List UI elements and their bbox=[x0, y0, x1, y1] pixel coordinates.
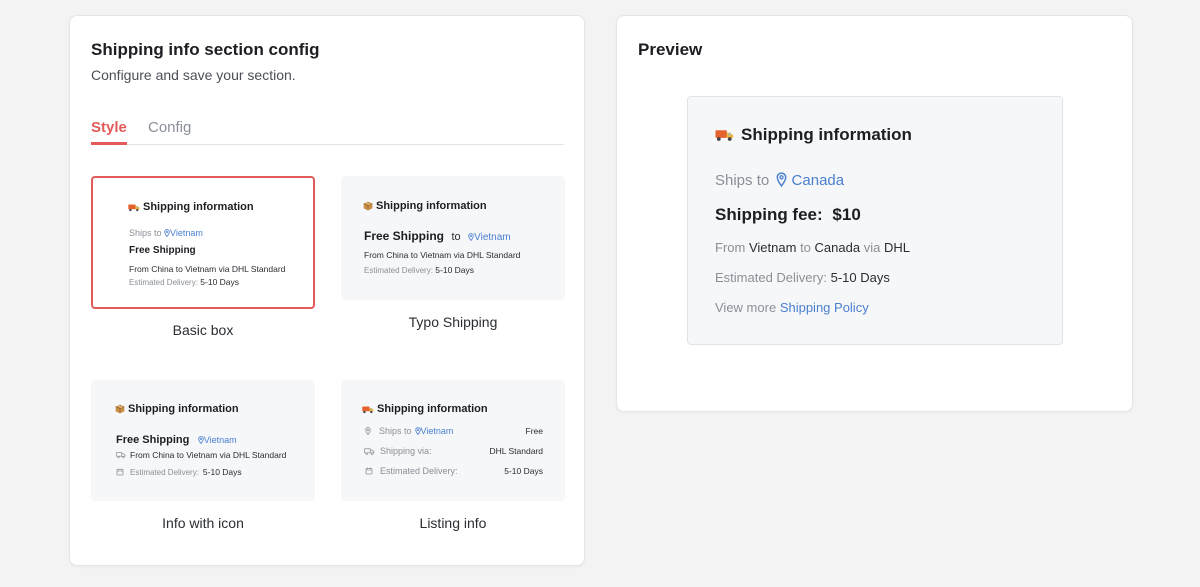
listing-info-preview[interactable]: Shipping information Ships to Vietnam Fr… bbox=[341, 380, 565, 501]
fee-value: $10 bbox=[832, 205, 861, 224]
listing-heading: Shipping information bbox=[362, 403, 488, 415]
config-subtitle: Configure and save your section. bbox=[91, 67, 296, 83]
origin: Vietnam bbox=[748, 240, 797, 255]
icon-from-row: From China to Vietnam via DHL Standard bbox=[116, 450, 286, 460]
option-label-info-with-icon: Info with icon bbox=[162, 515, 244, 531]
preview-heading-text: Shipping information bbox=[741, 125, 912, 144]
style-option-listing-info[interactable]: Shipping information Ships to Vietnam Fr… bbox=[341, 380, 565, 531]
package-icon bbox=[363, 201, 373, 211]
tab-config[interactable]: Config bbox=[148, 119, 191, 145]
est-value: 5-10 Days bbox=[435, 265, 475, 275]
icon-est-row: Estimated Delivery: 5-10 Days bbox=[116, 467, 242, 477]
info-with-icon-preview[interactable]: Shipping information Free Shipping Vietn… bbox=[91, 380, 315, 501]
est-label: Estimated Delivery: bbox=[129, 278, 198, 287]
listing-ships-value: Free bbox=[525, 426, 543, 436]
map-pin-icon bbox=[776, 172, 787, 187]
icon-fee-row: Free Shipping Vietnam bbox=[116, 430, 237, 448]
to-word: to bbox=[800, 240, 811, 255]
truck-outline-icon bbox=[116, 451, 126, 459]
config-card: Shipping info section config Configure a… bbox=[69, 15, 585, 566]
listing-ships-row: Ships to Vietnam Free bbox=[365, 426, 543, 436]
est-value: 5-10 Days bbox=[504, 466, 543, 476]
typo-fee-row: Free Shipping to Vietnam bbox=[364, 227, 511, 245]
ships-to-label: Ships to bbox=[715, 172, 770, 189]
typo-fee: Free Shipping bbox=[364, 229, 445, 243]
typo-from: From China to Vietnam via DHL Standard bbox=[364, 250, 521, 260]
style-option-typo-shipping[interactable]: Shipping information Free Shipping to Vi… bbox=[341, 176, 565, 330]
typo-heading: Shipping information bbox=[363, 200, 487, 212]
truck-outline-icon bbox=[364, 447, 375, 456]
listing-title: Shipping information bbox=[377, 403, 488, 415]
map-pin-icon bbox=[365, 427, 371, 435]
option-label-basic-box: Basic box bbox=[172, 322, 234, 338]
calendar-icon bbox=[365, 467, 373, 475]
est-value: 5-10 Days bbox=[830, 270, 890, 285]
preview-route-row: From Vietnam to Canada via DHL bbox=[715, 240, 910, 255]
carrier: DHL bbox=[883, 240, 910, 255]
est-label: Estimated Delivery: bbox=[380, 466, 458, 476]
icon-title: Shipping information bbox=[128, 403, 239, 415]
ships-to-country: Vietnam bbox=[170, 228, 203, 238]
est-label: Estimated Delivery: bbox=[130, 467, 199, 477]
truck-icon bbox=[128, 203, 140, 212]
preview-more-row: View more Shipping Policy bbox=[715, 300, 869, 315]
typo-shipping-preview[interactable]: Shipping information Free Shipping to Vi… bbox=[341, 176, 565, 300]
config-title: Shipping info section config bbox=[91, 40, 320, 59]
via-word: via bbox=[863, 240, 881, 255]
est-label: Estimated Delivery: bbox=[364, 266, 433, 275]
typo-est-row: Estimated Delivery: 5-10 Days bbox=[364, 265, 474, 275]
listing-via-row: Shipping via: DHL Standard bbox=[364, 446, 543, 456]
calendar-icon bbox=[116, 468, 124, 476]
preview-card: Preview Shipping information Ships to Ca… bbox=[616, 15, 1133, 412]
est-value: 5-10 Days bbox=[202, 467, 242, 477]
fee-label: Shipping fee: bbox=[715, 205, 823, 224]
icon-from: From China to Vietnam via DHL Standard bbox=[130, 450, 287, 460]
est-value: 5-10 Days bbox=[200, 277, 240, 287]
preview-fee-row: Shipping fee: $10 bbox=[715, 205, 861, 225]
ships-to-label: Ships to bbox=[379, 426, 412, 436]
basic-box-title: Shipping information bbox=[143, 201, 254, 213]
listing-est-row: Estimated Delivery: 5-10 Days bbox=[365, 466, 543, 476]
via-label: Shipping via: bbox=[380, 446, 432, 456]
icon-fee: Free Shipping bbox=[116, 434, 190, 446]
destination: Canada bbox=[814, 240, 861, 255]
style-option-info-with-icon[interactable]: Shipping information Free Shipping Vietn… bbox=[91, 380, 315, 531]
typo-country: Vietnam bbox=[474, 232, 511, 243]
preview-heading: Shipping information bbox=[715, 125, 912, 145]
style-option-basic-box[interactable]: Shipping information Ships to Vietnam Fr… bbox=[91, 176, 315, 338]
shipping-policy-link[interactable]: Shipping Policy bbox=[780, 300, 869, 315]
preview-ships-row: Ships to Canada bbox=[715, 172, 844, 189]
view-more-label: View more bbox=[715, 300, 777, 315]
via-value: DHL Standard bbox=[489, 446, 543, 456]
ships-to-country: Canada bbox=[791, 172, 845, 189]
truck-icon bbox=[362, 405, 374, 414]
basic-box-ships-row: Ships to Vietnam bbox=[129, 228, 203, 238]
truck-icon bbox=[715, 128, 734, 142]
option-label-listing-info: Listing info bbox=[419, 515, 487, 531]
basic-box-preview[interactable]: Shipping information Ships to Vietnam Fr… bbox=[91, 176, 315, 309]
ships-to-label: Ships to bbox=[129, 228, 162, 238]
basic-box-heading: Shipping information bbox=[128, 201, 254, 213]
basic-box-est-row: Estimated Delivery: 5-10 Days bbox=[129, 277, 239, 287]
package-icon bbox=[115, 404, 125, 414]
tab-style[interactable]: Style bbox=[91, 119, 127, 145]
tab-bar: Style Config bbox=[91, 119, 564, 145]
listing-country: Vietnam bbox=[420, 426, 454, 436]
basic-box-from: From China to Vietnam via DHL Standard bbox=[129, 264, 286, 274]
preview-est-row: Estimated Delivery: 5-10 Days bbox=[715, 270, 890, 285]
typo-title: Shipping information bbox=[376, 200, 487, 212]
from-word: From bbox=[715, 240, 746, 255]
icon-country: Vietnam bbox=[203, 435, 237, 445]
basic-box-fee: Free Shipping bbox=[129, 245, 196, 256]
typo-to: to bbox=[451, 231, 461, 243]
est-label: Estimated Delivery: bbox=[715, 270, 827, 285]
shipping-info-preview: Shipping information Ships to Canada Shi… bbox=[687, 96, 1063, 345]
icon-heading: Shipping information bbox=[115, 403, 239, 415]
preview-title: Preview bbox=[638, 40, 703, 59]
option-label-typo-shipping: Typo Shipping bbox=[408, 314, 498, 330]
